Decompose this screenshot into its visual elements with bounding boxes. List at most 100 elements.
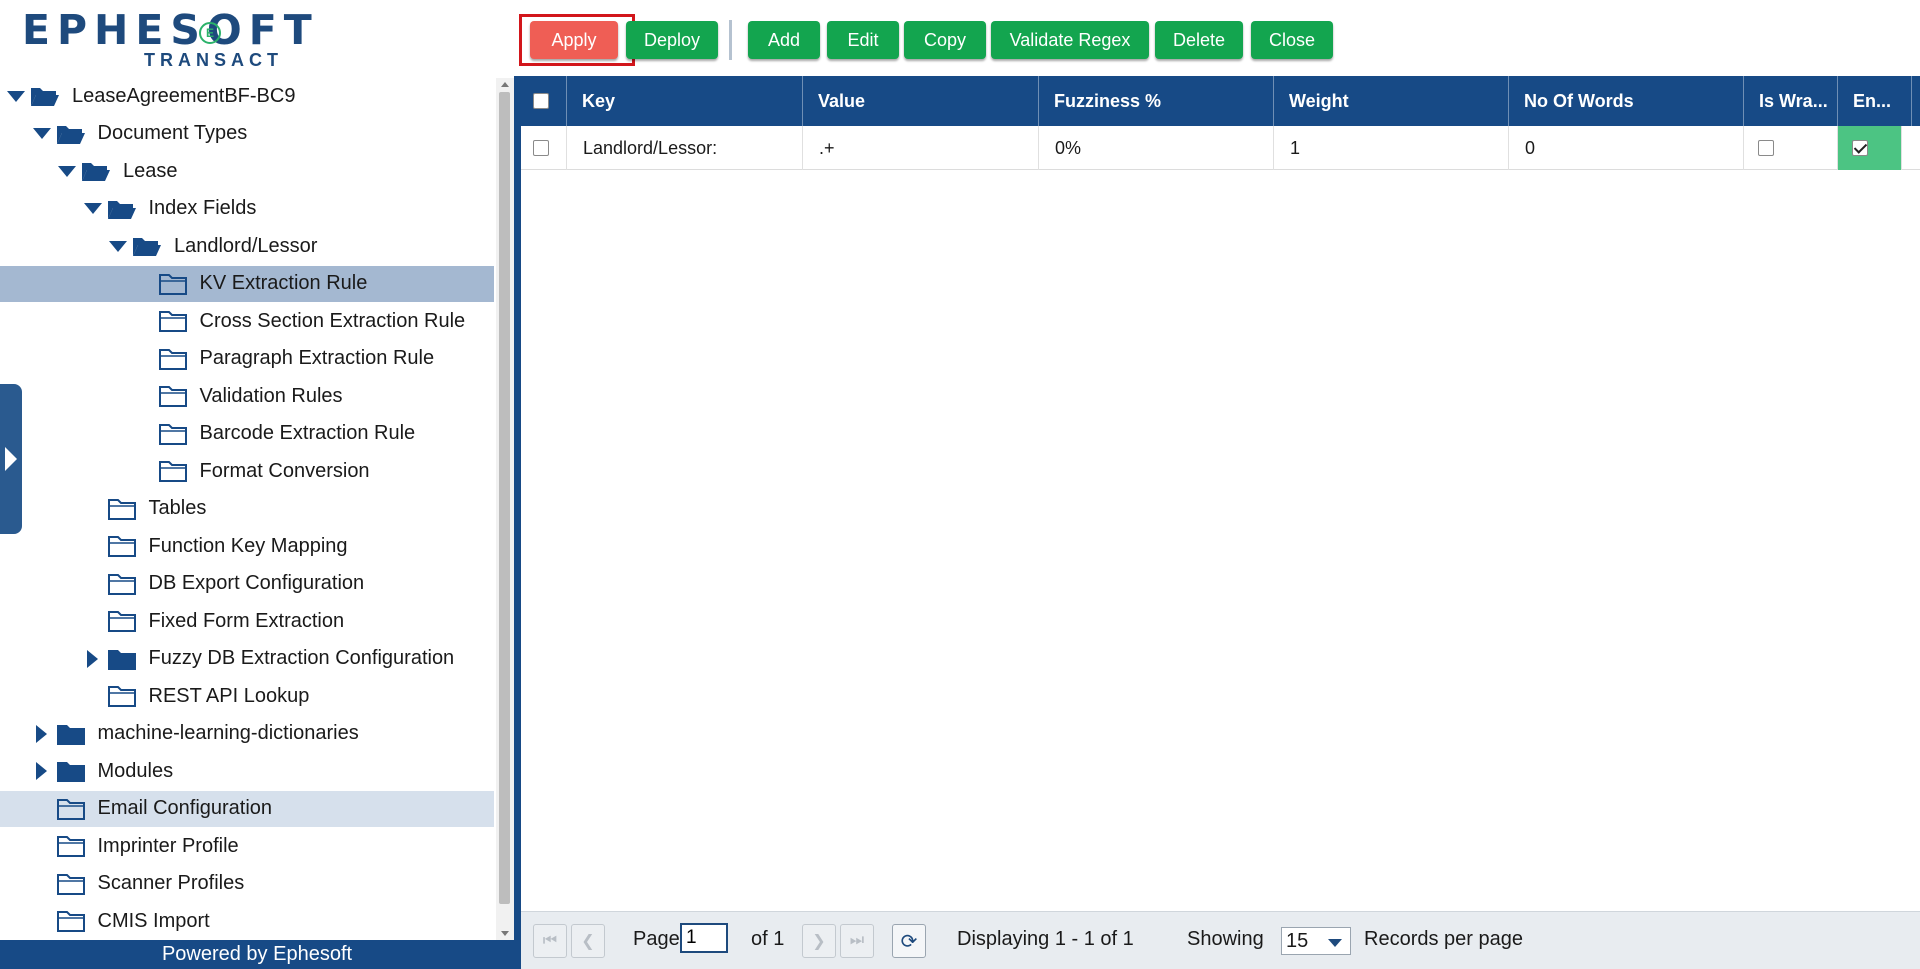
tree-item-imprinter-profile[interactable]: Imprinter Profile xyxy=(0,828,494,864)
tree-item-label: Imprinter Profile xyxy=(97,834,239,857)
column-header-key[interactable]: Key xyxy=(567,76,803,126)
column-header-fuzziness[interactable]: Fuzziness % xyxy=(1039,76,1274,126)
tree-toggle-spacer xyxy=(30,909,54,933)
delete-button[interactable]: Delete xyxy=(1155,21,1243,59)
records-per-page-value: 15 xyxy=(1286,929,1309,952)
tree-toggle-spacer xyxy=(81,609,105,633)
column-header-is-wrapped[interactable]: Is Wra... xyxy=(1744,76,1838,126)
tree-item-leaseagreementbf-bc9[interactable]: LeaseAgreementBF-BC9 xyxy=(0,78,494,114)
tree-item-tables[interactable]: Tables xyxy=(0,491,494,527)
expand-caret-icon[interactable] xyxy=(81,647,105,671)
first-page-button[interactable]: ⏮ xyxy=(533,924,567,958)
column-header-enabled[interactable]: En... xyxy=(1838,76,1912,126)
collapse-caret-icon[interactable] xyxy=(30,122,54,146)
tree-toggle-spacer xyxy=(132,272,156,296)
expand-panel-tab[interactable] xyxy=(0,384,22,534)
close-button[interactable]: Close xyxy=(1251,21,1333,59)
tree-toggle-spacer xyxy=(132,422,156,446)
refresh-icon: ⟳ xyxy=(900,930,918,953)
tree-toggle-spacer xyxy=(30,834,54,858)
tree-item-cmis-import[interactable]: CMIS Import xyxy=(0,903,494,939)
records-per-page-select[interactable]: 15 xyxy=(1281,927,1351,955)
ephesoft-logo: EPHESOFT E TRANSACT xyxy=(22,6,312,70)
tree-item-barcode-extraction-rule[interactable]: Barcode Extraction Rule xyxy=(0,416,494,452)
column-header-no-of-words[interactable]: No Of Words xyxy=(1509,76,1744,126)
tree-item-machine-learning-dictionaries[interactable]: machine-learning-dictionaries xyxy=(0,716,494,752)
cell-weight[interactable]: 1 xyxy=(1274,126,1509,170)
scroll-up-arrow-icon[interactable] xyxy=(501,82,509,87)
cell-no-of-words[interactable]: 0 xyxy=(1509,126,1744,170)
cell-key[interactable]: Landlord/Lessor: xyxy=(567,126,803,170)
apply-button[interactable]: Apply xyxy=(530,21,618,59)
tree-item-index-fields[interactable]: Index Fields xyxy=(0,191,494,227)
collapse-caret-icon[interactable] xyxy=(55,159,79,183)
cell-fuzziness[interactable]: 0% xyxy=(1039,126,1274,170)
tree-item-format-conversion[interactable]: Format Conversion xyxy=(0,453,494,489)
enabled-checkbox[interactable] xyxy=(1852,140,1868,156)
collapse-caret-icon[interactable] xyxy=(4,84,28,108)
tree-item-label: machine-learning-dictionaries xyxy=(97,722,359,744)
collapse-caret-icon[interactable] xyxy=(81,197,105,221)
tree-item-label: Landlord/Lessor xyxy=(174,234,318,257)
tree-item-label: Paragraph Extraction Rule xyxy=(199,347,435,369)
tree-item-paragraph-extraction-rule[interactable]: Paragraph Extraction Rule xyxy=(0,341,494,377)
tree-item-kv-extraction-rule[interactable]: KV Extraction Rule xyxy=(0,265,494,302)
add-button[interactable]: Add xyxy=(748,21,820,59)
left-panel: EPHESOFT E TRANSACT LeaseAgreementBF-BC9… xyxy=(0,0,514,969)
last-page-icon: ⏭ xyxy=(849,932,865,949)
tree-item-label: Modules xyxy=(97,759,174,782)
tree-item-label: Function Key Mapping xyxy=(148,534,348,557)
tree-item-label: LeaseAgreementBF-BC9 xyxy=(72,84,296,107)
expand-caret-icon[interactable] xyxy=(30,722,54,746)
copy-button[interactable]: Copy xyxy=(904,21,986,59)
row-select-checkbox[interactable] xyxy=(533,140,549,156)
select-all-checkbox[interactable] xyxy=(533,93,549,109)
edit-button[interactable]: Edit xyxy=(827,21,899,59)
table-row[interactable]: Landlord/Lessor: .+ 0% 1 0 xyxy=(521,126,1920,170)
collapse-caret-icon[interactable] xyxy=(106,234,130,258)
tree-item-label: Scanner Profiles xyxy=(97,872,245,894)
last-page-button[interactable]: ⏭ xyxy=(840,924,874,958)
tree-item-db-export-configuration[interactable]: DB Export Configuration xyxy=(0,566,494,602)
tree-toggle-spacer xyxy=(132,384,156,408)
page-label: Page xyxy=(633,928,680,950)
deploy-button[interactable]: Deploy xyxy=(626,21,718,59)
tree-item-label: Lease xyxy=(123,159,178,182)
toolbar: Apply Deploy Add Edit Copy Validate Rege… xyxy=(514,0,1920,76)
folder-outline-icon xyxy=(158,309,188,333)
is-wrapped-checkbox[interactable] xyxy=(1758,140,1774,156)
previous-page-icon: ❮ xyxy=(581,933,595,950)
kv-rules-grid: Key Value Fuzziness % Weight No Of Words… xyxy=(514,76,1920,969)
expand-caret-icon[interactable] xyxy=(30,759,54,783)
next-page-icon: ❯ xyxy=(812,933,826,950)
page-number-input[interactable] xyxy=(680,923,728,953)
tree-item-fixed-form-extraction[interactable]: Fixed Form Extraction xyxy=(0,603,494,639)
previous-page-button[interactable]: ❮ xyxy=(571,924,605,958)
tree-item-label: Cross Section Extraction Rule xyxy=(199,309,466,332)
column-header-weight[interactable]: Weight xyxy=(1274,76,1509,126)
tree-item-landlord-lessor[interactable]: Landlord/Lessor xyxy=(0,228,494,264)
tree-item-rest-api-lookup[interactable]: REST API Lookup xyxy=(0,678,494,714)
column-header-value[interactable]: Value xyxy=(803,76,1039,126)
tree-item-function-key-mapping[interactable]: Function Key Mapping xyxy=(0,528,494,564)
validate-regex-button[interactable]: Validate Regex xyxy=(991,21,1149,59)
scroll-down-arrow-icon[interactable] xyxy=(501,931,509,936)
folder-outline-icon xyxy=(107,609,137,633)
tree-scrollbar[interactable] xyxy=(496,78,514,940)
tree-toggle-spacer xyxy=(81,497,105,521)
tree-item-validation-rules[interactable]: Validation Rules xyxy=(0,378,494,414)
tree-scroll-thumb[interactable] xyxy=(499,92,510,904)
folder-open-icon xyxy=(30,84,60,108)
cell-value[interactable]: .+ xyxy=(803,126,1039,170)
tree-item-document-types[interactable]: Document Types xyxy=(0,116,494,152)
tree-item-lease[interactable]: Lease xyxy=(0,153,494,189)
tree-item-modules[interactable]: Modules xyxy=(0,753,494,789)
refresh-button[interactable]: ⟳ xyxy=(892,924,926,958)
folder-outline-icon xyxy=(107,497,137,521)
next-page-button[interactable]: ❯ xyxy=(802,924,836,958)
tree-item-fuzzy-db-extraction-configuration[interactable]: Fuzzy DB Extraction Configuration xyxy=(0,641,494,677)
tree-item-scanner-profiles[interactable]: Scanner Profiles xyxy=(0,866,494,902)
tree-item-cross-section-extraction-rule[interactable]: Cross Section Extraction Rule xyxy=(0,303,494,339)
folder-outline-icon xyxy=(107,572,137,596)
tree-item-email-configuration[interactable]: Email Configuration xyxy=(0,790,494,827)
